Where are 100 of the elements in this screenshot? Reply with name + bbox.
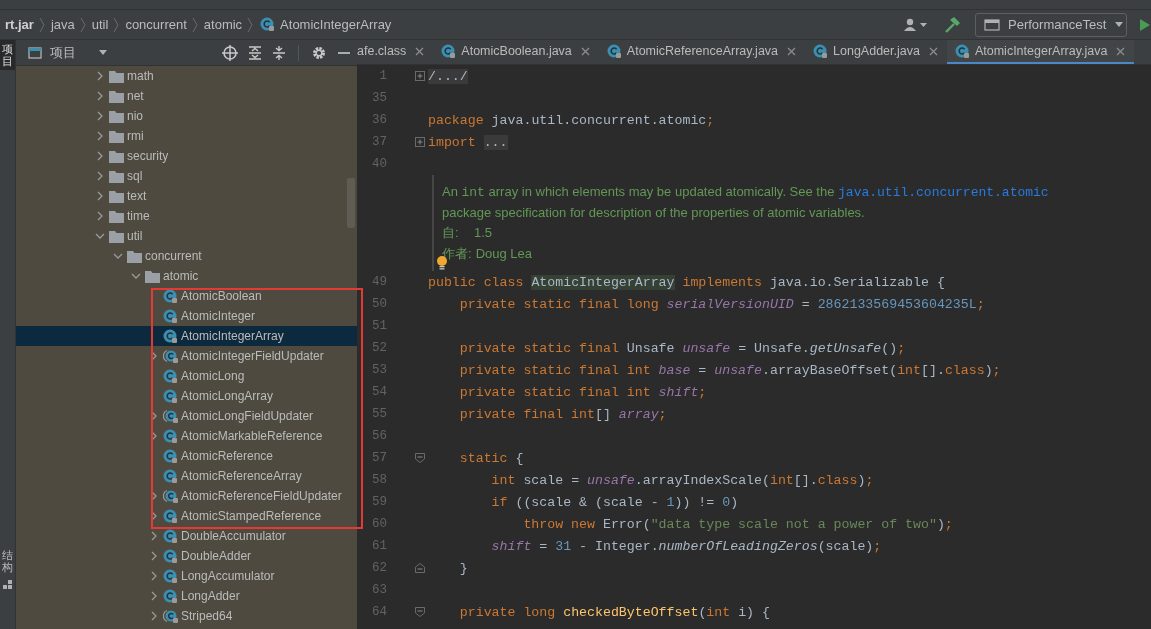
tree-item[interactable]: util bbox=[16, 226, 357, 246]
code-line: private static final int base = unsafe.arrayBaseOffset(int[].class); bbox=[458, 362, 1001, 378]
breadcrumb-item[interactable]: atomic bbox=[200, 17, 246, 32]
line-number: 1 bbox=[378, 69, 387, 83]
folder-icon bbox=[109, 209, 124, 223]
separator-icon bbox=[79, 16, 87, 33]
editor-tab[interactable]: AtomicIntegerArray.java bbox=[946, 40, 1135, 64]
class-icon bbox=[163, 588, 178, 604]
class-icon bbox=[163, 448, 178, 464]
separator-icon bbox=[247, 16, 255, 33]
window-icon bbox=[984, 17, 1000, 32]
line-number: 56 bbox=[371, 429, 387, 443]
fold-expand-icon[interactable] bbox=[415, 137, 425, 147]
tree-item[interactable]: AtomicReference bbox=[16, 446, 357, 466]
class-icon bbox=[163, 388, 178, 404]
tree-item[interactable]: time bbox=[16, 206, 357, 226]
tree-item[interactable]: sql bbox=[16, 166, 357, 186]
tree-item[interactable]: AtomicLongFieldUpdater bbox=[16, 406, 357, 426]
class-icon bbox=[260, 17, 276, 32]
collapse-all-icon[interactable] bbox=[272, 44, 286, 61]
fold-collapse-icon[interactable] bbox=[415, 453, 425, 463]
tree-item[interactable]: LongAdder bbox=[16, 586, 357, 606]
structure-icon bbox=[2, 580, 13, 590]
tree-item[interactable]: nio bbox=[16, 106, 357, 126]
folder-icon bbox=[109, 149, 124, 163]
class-icon bbox=[606, 43, 622, 59]
class-icon bbox=[163, 308, 178, 324]
tree-item[interactable]: AtomicReferenceFieldUpdater bbox=[16, 486, 357, 506]
line-number: 36 bbox=[371, 113, 387, 127]
fold-expand-icon[interactable] bbox=[415, 71, 425, 81]
breadcrumb-item[interactable]: java bbox=[47, 17, 78, 32]
line-number: 62 bbox=[371, 561, 387, 575]
code-line: shift = 31 - Integer.numberOfLeadingZeros(scale); bbox=[490, 538, 882, 554]
separator-icon bbox=[113, 16, 121, 33]
close-icon[interactable] bbox=[928, 46, 938, 56]
class-icon bbox=[441, 43, 457, 59]
window-icon bbox=[28, 46, 42, 59]
line-number: 51 bbox=[371, 319, 387, 333]
tree-item[interactable]: AtomicMarkableReference bbox=[16, 426, 357, 446]
tree-item[interactable]: net bbox=[16, 86, 357, 106]
tree-item[interactable]: LongAccumulator bbox=[16, 566, 357, 586]
tree-item[interactable]: rmi bbox=[16, 126, 357, 146]
hammer-icon[interactable] bbox=[943, 15, 961, 34]
project-tab[interactable]: 项目 bbox=[0, 40, 15, 71]
tree-item[interactable]: math bbox=[16, 66, 357, 86]
folder-icon bbox=[109, 109, 124, 123]
breadcrumb-item[interactable]: util bbox=[88, 17, 112, 32]
tree-item[interactable]: AtomicIntegerArray bbox=[16, 326, 357, 346]
close-icon[interactable] bbox=[580, 46, 590, 56]
editor-tab[interactable]: LongAdder.java bbox=[805, 40, 947, 64]
author-value: Doug Lea bbox=[475, 244, 532, 263]
project-view-dropdown[interactable]: 项目 bbox=[28, 43, 108, 62]
tree-item[interactable]: AtomicIntegerFieldUpdater bbox=[16, 346, 357, 366]
separator-icon bbox=[191, 16, 199, 33]
tree-item[interactable]: text bbox=[16, 186, 357, 206]
since-value: 1.5 bbox=[474, 223, 493, 242]
class-icon bbox=[163, 328, 178, 344]
editor-tab[interactable]: AtomicReferenceArray.java bbox=[598, 40, 806, 64]
run-config-dropdown[interactable]: PerformanceTest bbox=[975, 12, 1127, 37]
fold-end-icon[interactable] bbox=[415, 563, 425, 573]
line-number: 58 bbox=[371, 473, 387, 487]
fold-collapse-icon[interactable] bbox=[415, 607, 425, 617]
tree-item[interactable]: AtomicLongArray bbox=[16, 386, 357, 406]
line-number: 64 bbox=[371, 605, 387, 619]
tree-item[interactable]: AtomicLong bbox=[16, 366, 357, 386]
line-number: 57 bbox=[371, 451, 387, 465]
breadcrumb-item[interactable]: rt.jar bbox=[5, 17, 37, 32]
since-label: 自: bbox=[442, 223, 460, 242]
close-icon[interactable] bbox=[415, 46, 425, 56]
structure-tab[interactable]: 结构 bbox=[0, 545, 15, 576]
tree-item[interactable]: security bbox=[16, 146, 357, 166]
doc-text: An int array in which elements may be updated atomically. See the java.util.concurrent.atomic package specification for description of the properties of atomic variables. bbox=[442, 183, 1050, 222]
editor-tab[interactable]: afe.class bbox=[357, 40, 434, 64]
tree-item[interactable]: concurrent bbox=[16, 246, 357, 266]
line-number: 63 bbox=[371, 583, 387, 597]
close-icon[interactable] bbox=[1116, 46, 1126, 56]
tree-item[interactable]: DoubleAdder bbox=[16, 546, 357, 566]
tree-item[interactable]: AtomicStampedReference bbox=[16, 506, 357, 526]
tree-item[interactable]: Striped64 bbox=[16, 606, 357, 626]
expand-all-icon[interactable] bbox=[248, 44, 262, 61]
line-number: 37 bbox=[371, 135, 387, 149]
code-line: import ... bbox=[428, 134, 508, 150]
tree-item[interactable]: AtomicReferenceArray bbox=[16, 466, 357, 486]
tree-item[interactable]: AtomicInteger bbox=[16, 306, 357, 326]
close-icon[interactable] bbox=[787, 46, 797, 56]
run-icon[interactable] bbox=[1139, 17, 1151, 32]
target-icon[interactable] bbox=[222, 44, 238, 61]
breadcrumb-item[interactable]: concurrent bbox=[122, 17, 190, 32]
abstract-class-icon bbox=[163, 408, 178, 424]
settings-icon[interactable] bbox=[311, 44, 327, 61]
editor-tab[interactable]: AtomicBoolean.java bbox=[433, 40, 599, 64]
code-line: } bbox=[458, 560, 468, 576]
doc-link[interactable]: java.util.concurrent.atomic bbox=[838, 185, 1049, 200]
line-number: 59 bbox=[371, 495, 387, 509]
tree-item[interactable]: DoubleAccumulator bbox=[16, 526, 357, 546]
breadcrumb-item[interactable]: AtomicIntegerArray bbox=[277, 17, 395, 32]
user-icon[interactable] bbox=[903, 16, 929, 33]
tree-item[interactable]: AtomicBoolean bbox=[16, 286, 357, 306]
class-icon bbox=[163, 288, 178, 304]
tree-item[interactable]: atomic bbox=[16, 266, 357, 286]
